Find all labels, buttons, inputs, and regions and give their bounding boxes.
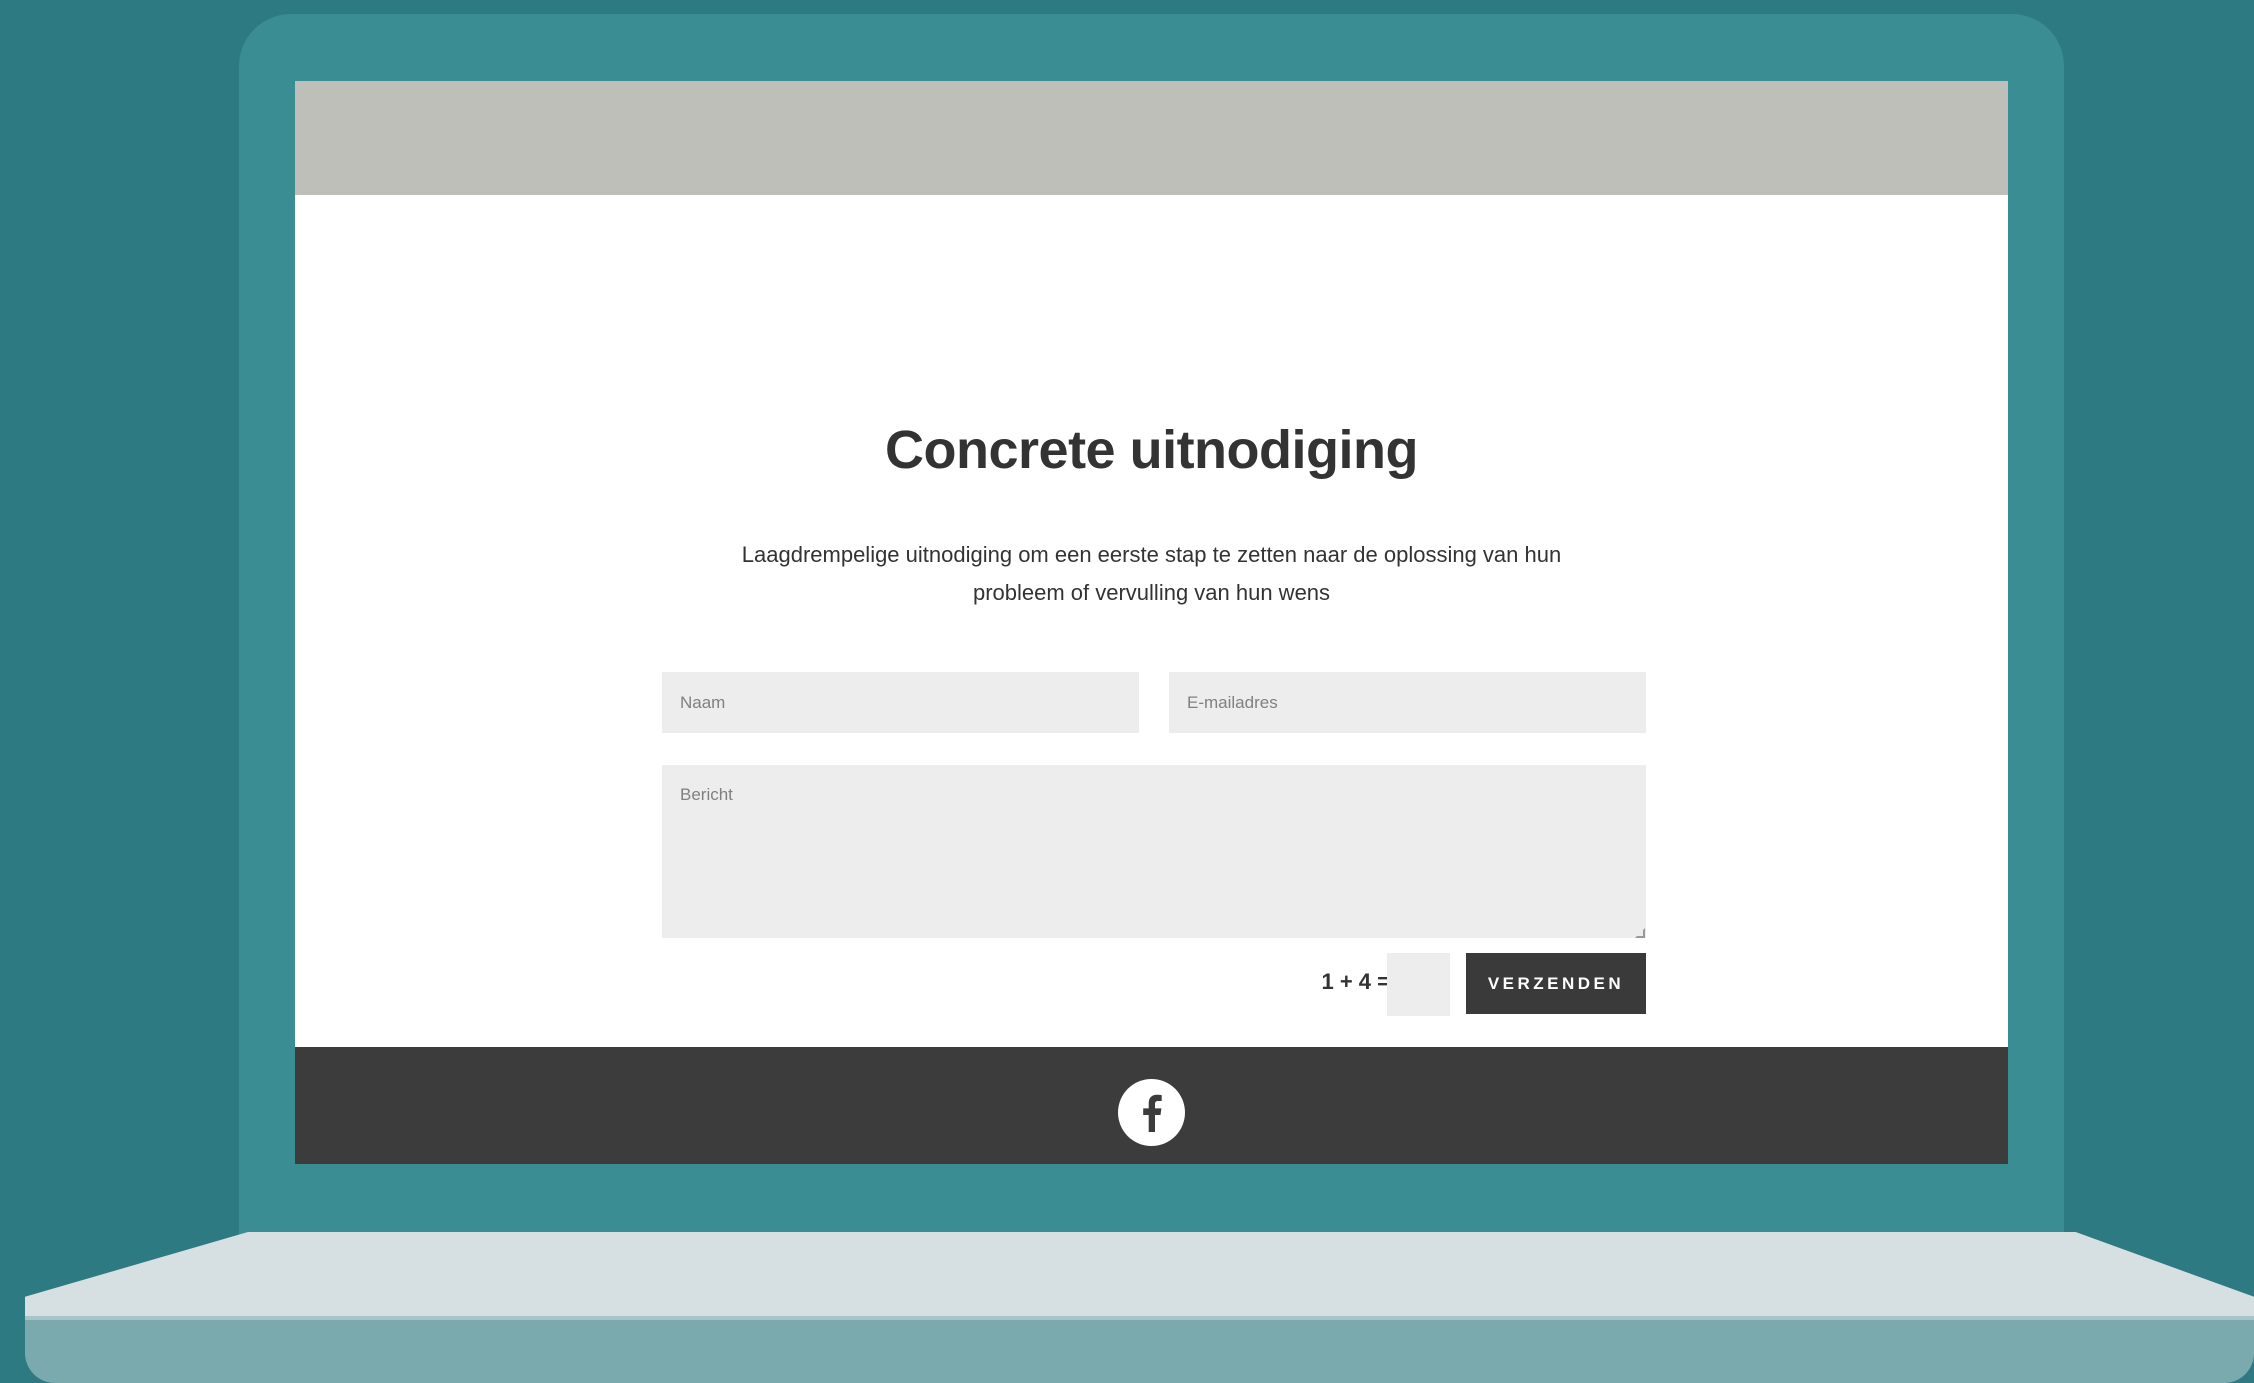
page-title: Concrete uitnodiging [885, 420, 1418, 480]
page-subtitle: Laagdrempelige uitnodiging om een eerste… [741, 542, 1562, 605]
name-field[interactable] [662, 672, 1139, 733]
message-field[interactable] [662, 765, 1646, 938]
facebook-link[interactable] [1118, 1079, 1185, 1146]
submit-button[interactable]: VERZENDEN [1466, 953, 1646, 1014]
email-field[interactable] [1169, 672, 1646, 733]
site-header-bar [295, 81, 2008, 195]
site-footer [295, 1047, 2008, 1164]
captcha-input[interactable] [1387, 953, 1450, 1016]
captcha-question: 1 + 4 = [1321, 969, 1390, 994]
scene: Concrete uitnodiging Laagdrempelige uitn… [0, 0, 2254, 1383]
laptop-base-front [25, 1320, 2254, 1383]
laptop-base-top [25, 1232, 2254, 1322]
laptop-screen: Concrete uitnodiging Laagdrempelige uitn… [295, 81, 2008, 1164]
contact-section: Concrete uitnodiging Laagdrempelige uitn… [295, 195, 2008, 1047]
facebook-icon [1142, 1094, 1162, 1132]
